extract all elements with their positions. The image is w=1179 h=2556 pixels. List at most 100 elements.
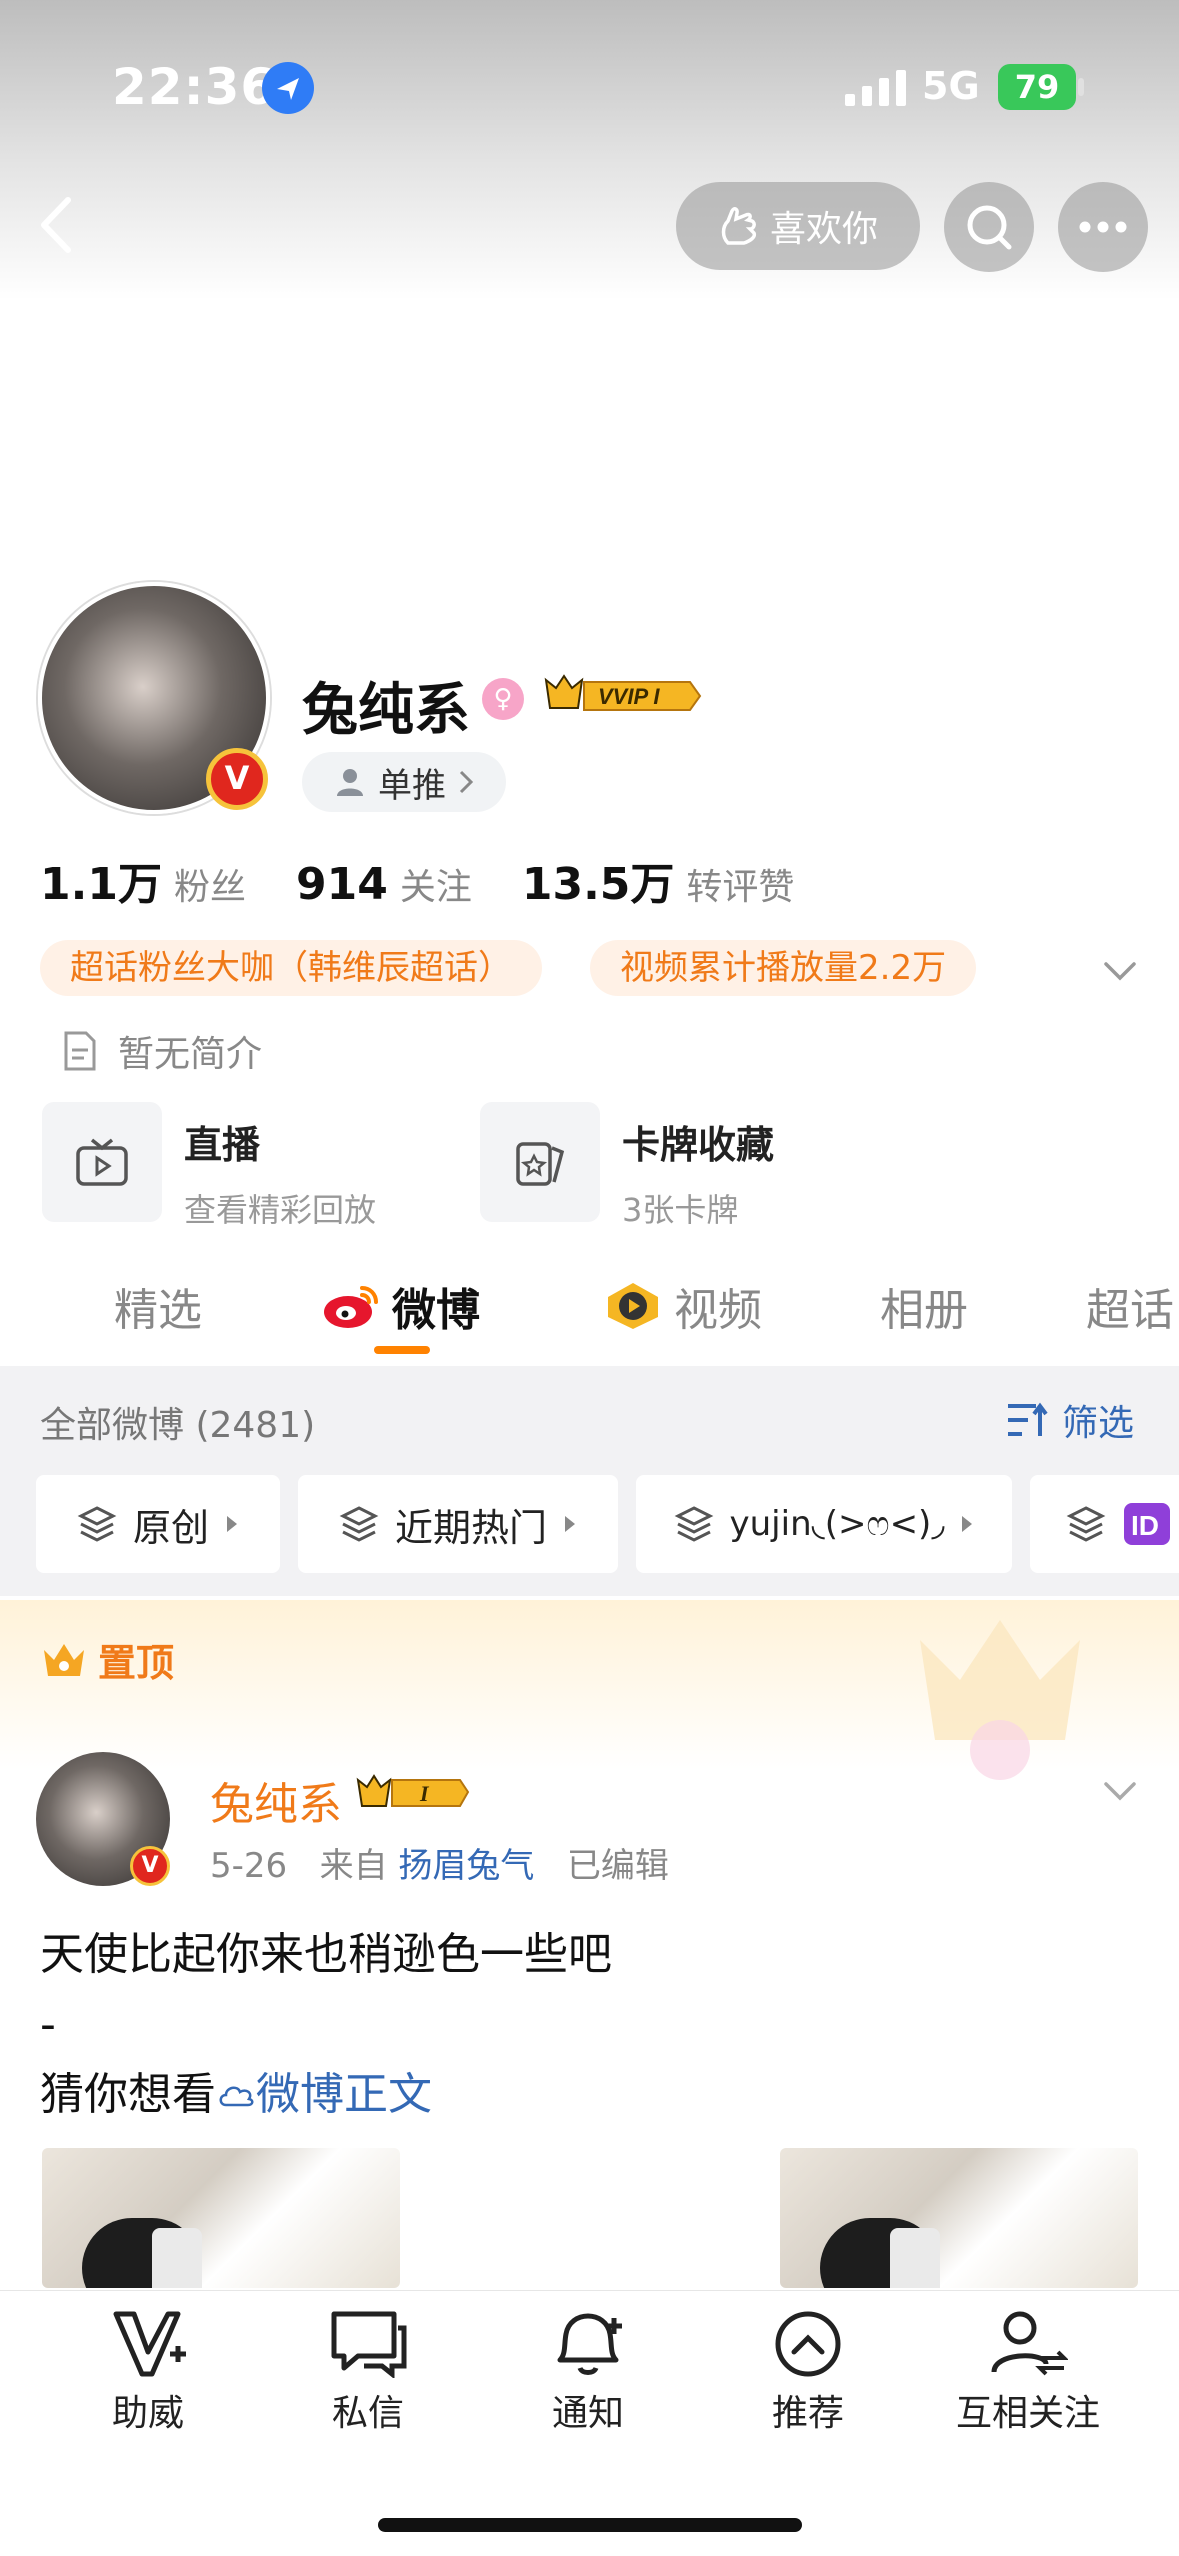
cellular-signal-icon <box>845 70 906 106</box>
filter-tag-recent-hot-label: 近期热门 <box>394 1505 547 1550</box>
card-collection-feature-card[interactable]: 卡牌收藏 3张卡牌 <box>480 1102 774 1229</box>
post-photo-2[interactable] <box>780 2148 1138 2288</box>
interactions-count[interactable]: 13.5万 <box>522 848 675 912</box>
post-full-text-link[interactable]: 微博正文 <box>216 2069 432 2120</box>
message-icon <box>331 2311 407 2378</box>
super-topic-fan-chip[interactable]: 超话粉丝大咖（韩维辰超话） <box>40 940 542 996</box>
single-push-label: 单推 <box>378 765 446 806</box>
cheer-label: 助威 <box>111 2393 184 2434</box>
post-photo-1[interactable] <box>42 2148 400 2288</box>
more-button[interactable] <box>1058 182 1148 272</box>
pinned-label-row: 置顶 <box>40 1632 174 1687</box>
document-icon <box>64 1031 96 1071</box>
notification-button[interactable]: 通知 <box>488 2308 688 2436</box>
verified-v-badge-icon: V <box>206 748 268 810</box>
search-button[interactable] <box>944 182 1034 272</box>
vvip-badge[interactable]: VVIP I <box>544 672 704 716</box>
tab-featured-label: 精选 <box>114 1285 202 1336</box>
profile-name: 兔纯系 <box>302 678 470 743</box>
bell-icon <box>557 2313 622 2375</box>
status-time: 22:36 <box>112 58 277 116</box>
search-icon <box>967 205 1012 250</box>
cheer-button[interactable]: 助威 <box>48 2308 248 2436</box>
filter-button[interactable]: 筛选 <box>1006 1394 1134 1446</box>
pinned-banner <box>0 1600 1179 1780</box>
tab-weibo[interactable]: 微博 <box>322 1274 480 1338</box>
tab-weibo-label: 微博 <box>392 1285 480 1336</box>
caret-right-icon <box>565 1516 575 1532</box>
id-badge-icon: ID <box>1124 1503 1170 1545</box>
recommend-icon <box>775 2311 841 2377</box>
filter-tag-original[interactable]: 原创 <box>36 1475 280 1573</box>
female-gender-icon: ♀ <box>482 678 524 720</box>
tab-super-topic-label: 超话 <box>1086 1285 1174 1336</box>
post-options-chevron-icon[interactable] <box>1100 1770 1140 1810</box>
post-line-3: 猜你想看 微博正文 <box>40 2060 612 2130</box>
layers-icon <box>674 1506 713 1542</box>
filter-tag-yujin-label: yujin◟(>ෆ<)◞ <box>729 1504 945 1544</box>
tab-featured[interactable]: 精选 <box>114 1274 202 1338</box>
location-arrow-icon <box>262 62 314 114</box>
notification-label: 通知 <box>551 2393 624 2434</box>
live-feature-card[interactable]: 直播 查看精彩回放 <box>42 1102 376 1229</box>
active-tab-indicator <box>374 1346 430 1354</box>
all-posts-count: 全部微博 (2481) <box>40 1405 316 1446</box>
filter-tag-more[interactable]: ID <box>1030 1475 1179 1573</box>
following-label[interactable]: 关注 <box>400 858 472 910</box>
layers-icon <box>1066 1506 1106 1542</box>
tab-albums[interactable]: 相册 <box>880 1274 968 1338</box>
post-date: 5-26 <box>210 1846 288 1886</box>
weibo-logo-icon <box>324 1286 378 1328</box>
post-suggest-prefix: 猜你想看 <box>40 2069 216 2120</box>
interactions-label[interactable]: 转评赞 <box>686 858 794 910</box>
filter-tag-recent-hot[interactable]: 近期热门 <box>298 1475 618 1573</box>
post-source-link[interactable]: 扬眉兔气 <box>398 1846 534 1886</box>
post-body: 天使比起你来也稍逊色一些吧 - 猜你想看 微博正文 <box>40 1920 612 2130</box>
mutual-follow-button[interactable]: 互相关注 <box>928 2308 1128 2436</box>
svg-text:ID: ID <box>1131 1510 1159 1541</box>
profile-tabs: 精选 微博 视频 相册 超话 <box>0 1260 1179 1356</box>
photo-phone-shape <box>152 2228 202 2288</box>
following-count[interactable]: 914 <box>296 859 388 910</box>
caret-right-icon <box>227 1516 237 1532</box>
filter-tag-yujin[interactable]: yujin◟(>ෆ<)◞ <box>636 1475 1012 1573</box>
mutual-follow-label: 互相关注 <box>955 2393 1100 2434</box>
message-label: 私信 <box>331 2393 404 2434</box>
followers-count[interactable]: 1.1万 <box>40 848 162 912</box>
post-vip-badge[interactable]: I <box>356 1772 472 1812</box>
bio-text: 暂无简介 <box>118 1034 263 1075</box>
battery-tip-icon <box>1078 78 1084 96</box>
post-line-1: 天使比起你来也稍逊色一些吧 <box>40 1929 612 1980</box>
tv-icon <box>42 1102 162 1222</box>
person-icon <box>337 769 363 796</box>
post-edited-label[interactable]: 已编辑 <box>567 1846 669 1886</box>
post-line-2: - <box>40 1999 56 2050</box>
post-verified-v-icon: V <box>130 1846 170 1886</box>
recommend-button[interactable]: 推荐 <box>708 2308 908 2436</box>
profile-stats: 1.1万 粉丝 914 关注 13.5万 转评赞 <box>40 848 844 912</box>
layers-icon <box>339 1506 379 1542</box>
cheer-icon <box>113 2311 186 2377</box>
recommend-label: 推荐 <box>771 2393 844 2434</box>
live-title: 直播 <box>184 1123 261 1167</box>
post-full-text-label: 微博正文 <box>256 2069 432 2120</box>
message-button[interactable]: 私信 <box>268 2308 468 2436</box>
followers-label[interactable]: 粉丝 <box>174 858 246 910</box>
video-plays-chip[interactable]: 视频累计播放量2.2万 <box>590 940 977 996</box>
layers-icon <box>77 1506 117 1542</box>
like-you-label: 喜欢你 <box>769 209 878 250</box>
filter-tag-original-label: 原创 <box>132 1505 209 1550</box>
crown-icon <box>44 1643 84 1676</box>
post-author-name[interactable]: 兔纯系 <box>210 1768 342 1832</box>
like-you-button[interactable]: 喜欢你 <box>676 182 920 270</box>
single-push-tag[interactable]: 单推 <box>302 752 506 812</box>
chevron-down-icon[interactable] <box>1100 950 1140 990</box>
tab-super-topic[interactable]: 超话 <box>1086 1274 1174 1338</box>
tab-video[interactable]: 视频 <box>604 1274 762 1338</box>
post-source-prefix: 来自 <box>319 1846 388 1886</box>
back-button[interactable] <box>28 190 88 260</box>
filter-label: 筛选 <box>1062 1403 1135 1444</box>
battery-level: 79 <box>998 64 1076 110</box>
tab-albums-label: 相册 <box>880 1285 968 1336</box>
pinned-label: 置顶 <box>98 1641 175 1685</box>
